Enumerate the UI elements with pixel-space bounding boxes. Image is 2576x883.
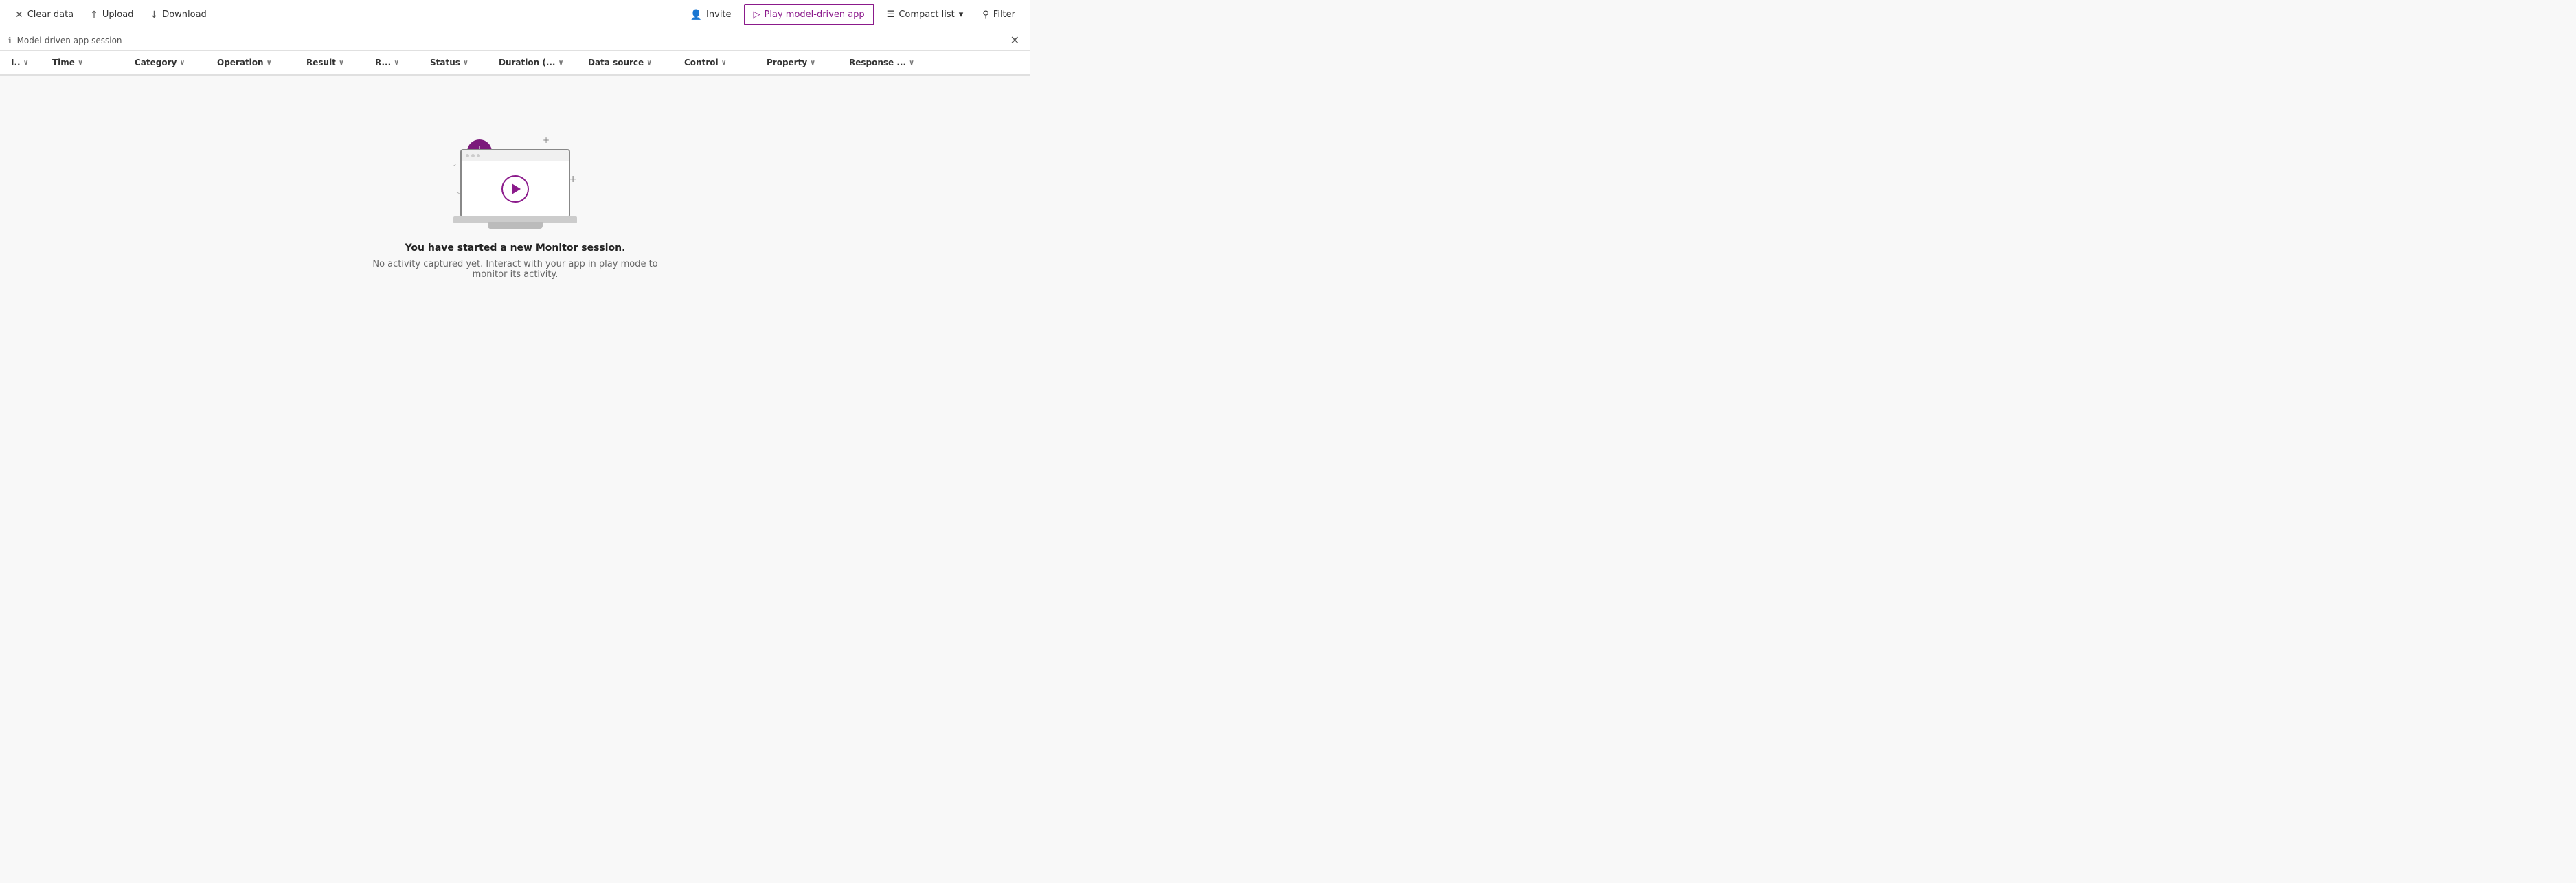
column-header-result[interactable]: Result ∨ — [301, 58, 370, 67]
upload-button[interactable]: ↑ Upload — [83, 5, 140, 25]
laptop-dot-1 — [466, 154, 469, 157]
column-operation-label: Operation — [217, 58, 264, 67]
toolbar-left: ✕ Clear data ↑ Upload ↓ Download — [8, 5, 681, 25]
play-triangle — [512, 183, 521, 194]
session-label: Model-driven app session — [17, 36, 122, 45]
column-property-label: Property — [767, 58, 807, 67]
column-header-r[interactable]: R... ∨ — [370, 58, 425, 67]
close-icon: ✕ — [15, 10, 23, 21]
column-status-label: Status — [430, 58, 460, 67]
main-content: + – – + + You have started a new Monitor… — [0, 76, 1030, 337]
column-datasource-label: Data source — [588, 58, 644, 67]
clear-data-label: Clear data — [27, 10, 74, 20]
decoration-plus-1: + — [543, 135, 550, 145]
column-control-label: Control — [684, 58, 719, 67]
column-r-label: R... — [375, 58, 391, 67]
upload-icon: ↑ — [90, 10, 98, 21]
column-result-label: Result — [306, 58, 336, 67]
column-response-label: Response ... — [849, 58, 906, 67]
empty-state-illustration: + – – + + — [447, 133, 584, 229]
laptop-stand — [488, 222, 543, 229]
column-header-category[interactable]: Category ∨ — [129, 58, 212, 67]
column-header-status[interactable]: Status ∨ — [425, 58, 493, 67]
chevron-down-icon: ∨ — [463, 59, 468, 67]
chevron-down-icon: ∨ — [179, 59, 185, 67]
chevron-down-icon: ∨ — [810, 59, 815, 67]
laptop-screen — [460, 149, 570, 218]
laptop-dot-2 — [471, 154, 475, 157]
column-header-duration[interactable]: Duration (... ∨ — [493, 58, 583, 67]
close-session-button[interactable]: ✕ — [1008, 32, 1022, 48]
column-header-id[interactable]: I.. ∨ — [5, 58, 47, 67]
column-header-datasource[interactable]: Data source ∨ — [583, 58, 679, 67]
chevron-down-icon: ∨ — [721, 59, 727, 67]
chevron-down-icon: ∨ — [267, 59, 272, 67]
download-label: Download — [162, 10, 207, 20]
invite-button[interactable]: 👤 Invite — [683, 5, 738, 25]
column-headers: I.. ∨ Time ∨ Category ∨ Operation ∨ Resu… — [0, 51, 1030, 76]
column-header-control[interactable]: Control ∨ — [679, 58, 761, 67]
column-time-label: Time — [52, 58, 75, 67]
laptop-screen-top — [462, 150, 569, 161]
column-header-property[interactable]: Property ∨ — [761, 58, 844, 67]
laptop-dot-3 — [477, 154, 480, 157]
play-model-driven-app-button[interactable]: ▷ Play model-driven app — [744, 4, 874, 25]
laptop-screen-content — [462, 161, 569, 216]
download-button[interactable]: ↓ Download — [143, 5, 213, 25]
play-icon: ▷ — [754, 10, 760, 20]
list-icon: ☰ — [887, 10, 895, 20]
play-label: Play model-driven app — [765, 10, 865, 20]
empty-state-subtitle: No activity captured yet. Interact with … — [357, 259, 673, 280]
compact-list-label: Compact list — [899, 10, 954, 20]
play-circle-icon — [501, 175, 529, 203]
column-category-label: Category — [135, 58, 177, 67]
invite-label: Invite — [706, 10, 731, 20]
column-header-time[interactable]: Time ∨ — [47, 58, 129, 67]
chevron-down-icon: ∨ — [78, 59, 83, 67]
chevron-down-icon: ∨ — [23, 59, 29, 67]
filter-label: Filter — [993, 10, 1015, 20]
column-duration-label: Duration (... — [499, 58, 556, 67]
column-header-operation[interactable]: Operation ∨ — [212, 58, 301, 67]
toolbar-right: 👤 Invite ▷ Play model-driven app ☰ Compa… — [683, 4, 1022, 25]
column-header-response[interactable]: Response ... ∨ — [844, 58, 940, 67]
chevron-down-icon: ∨ — [394, 59, 399, 67]
info-icon: ℹ — [8, 36, 12, 45]
download-icon: ↓ — [150, 10, 158, 21]
decoration-dash-1: – — [450, 159, 458, 170]
decoration-plus-2: + — [569, 174, 577, 185]
compact-list-button[interactable]: ☰ Compact list ▾ — [880, 5, 971, 24]
chevron-down-icon: ∨ — [339, 59, 344, 67]
column-id-label: I.. — [11, 58, 21, 67]
chevron-down-icon: ▾ — [959, 10, 964, 20]
chevron-down-icon: ∨ — [646, 59, 652, 67]
chevron-down-icon: ∨ — [558, 59, 564, 67]
person-icon: 👤 — [690, 10, 702, 21]
empty-state-title: You have started a new Monitor session. — [405, 243, 626, 254]
clear-data-button[interactable]: ✕ Clear data — [8, 5, 80, 25]
session-bar: ℹ Model-driven app session ✕ — [0, 30, 1030, 51]
toolbar: ✕ Clear data ↑ Upload ↓ Download 👤 Invit… — [0, 0, 1030, 30]
filter-button[interactable]: ⚲ Filter — [975, 5, 1022, 24]
chevron-down-icon: ∨ — [909, 59, 914, 67]
filter-icon: ⚲ — [982, 10, 989, 20]
upload-label: Upload — [102, 10, 134, 20]
